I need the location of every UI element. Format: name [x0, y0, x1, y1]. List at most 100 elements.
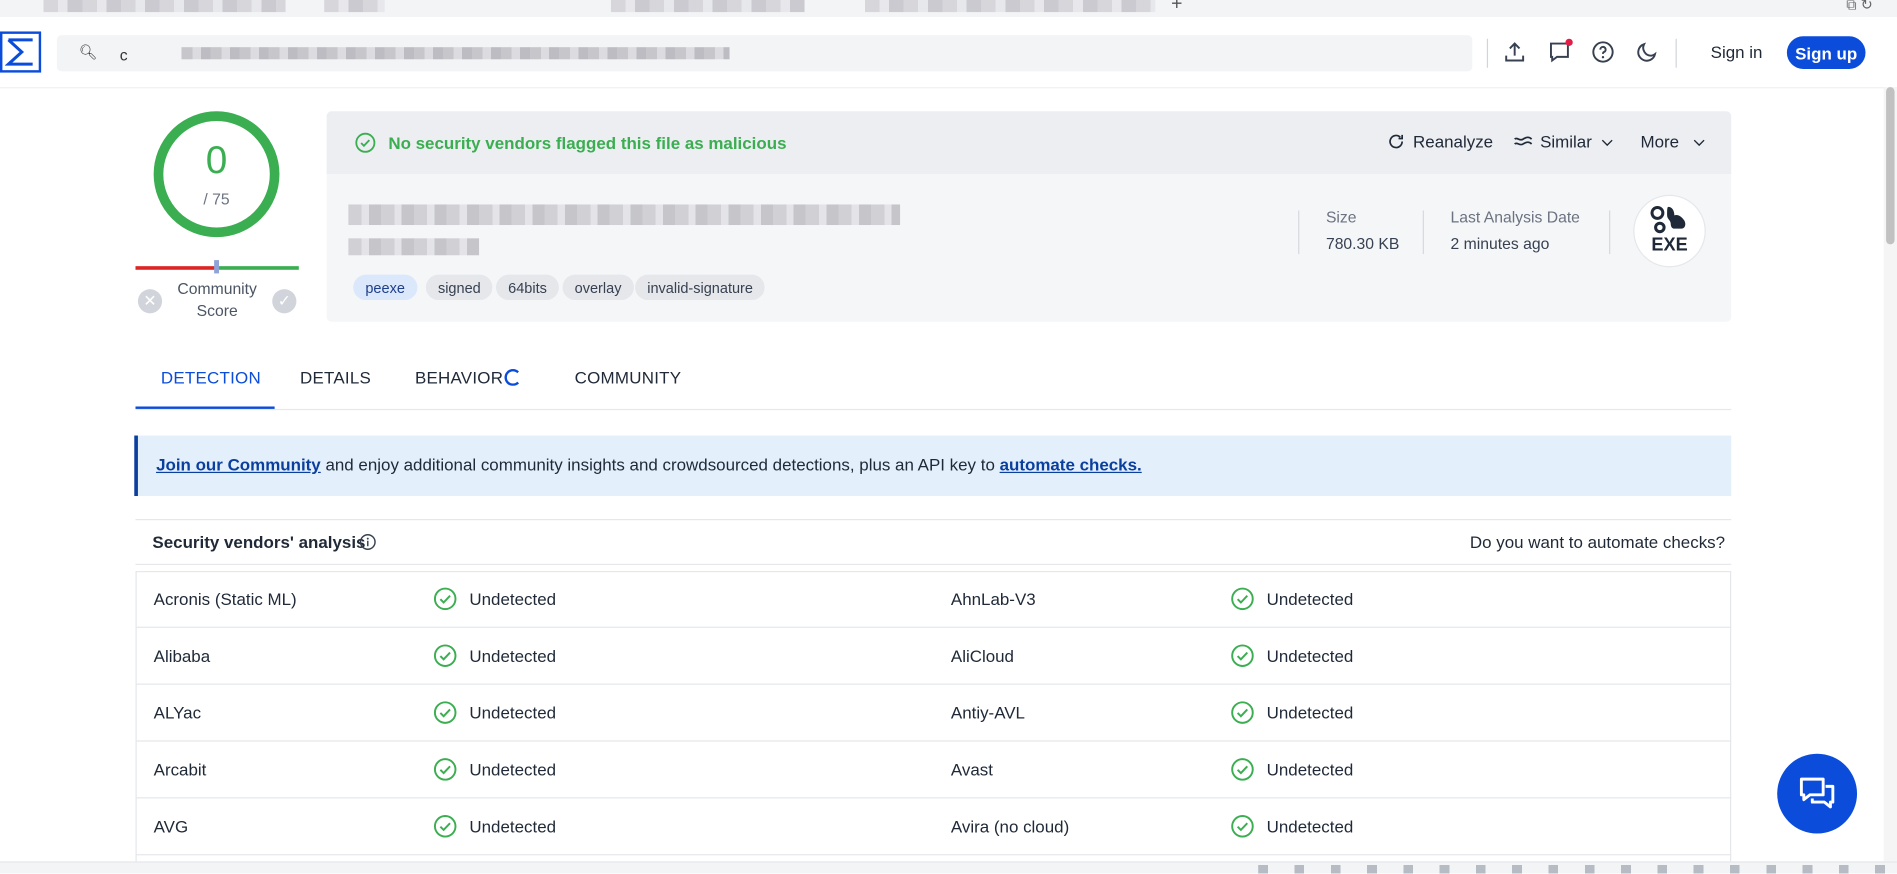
undetected-check-icon	[433, 644, 457, 668]
reanalyze-button[interactable]: Reanalyze	[1386, 132, 1493, 151]
vote-harmful-icon[interactable]: ✕	[137, 289, 163, 314]
similar-dropdown[interactable]: Similar	[1513, 132, 1614, 151]
undetected-check-icon	[1230, 587, 1254, 611]
last-analysis-value: 2 minutes ago	[1450, 234, 1550, 253]
community-banner: Join our Community and enjoy additional …	[134, 435, 1732, 497]
vendor-result: Undetected	[1266, 702, 1354, 723]
tab-blurred[interactable]	[324, 0, 385, 13]
vote-harmless-icon[interactable]: ✓	[272, 289, 297, 314]
automate-checks-link[interactable]: automate checks.	[1000, 455, 1142, 474]
size-value: 780.30 KB	[1325, 234, 1400, 253]
browser-tab-strip: + ⧉ ↻	[0, 0, 1897, 19]
file-tag[interactable]: invalid-signature	[635, 274, 766, 301]
dark-mode-icon[interactable]	[1633, 39, 1660, 66]
vendor-name: Avast	[950, 759, 993, 780]
vendor-result: Undetected	[1266, 646, 1354, 666]
notification-dot	[1565, 38, 1573, 46]
similar-label: Similar	[1540, 131, 1592, 152]
browser-status-bar	[0, 861, 1897, 874]
more-dropdown[interactable]: More	[1640, 132, 1706, 151]
file-tag[interactable]: signed	[425, 274, 493, 301]
banner-middle-text: and enjoy additional community insights …	[320, 454, 1000, 475]
community-score-label-line2: Score	[196, 301, 238, 320]
search-bar[interactable]: 🔍︎	[56, 35, 1473, 72]
join-community-link[interactable]: Join our Community	[156, 455, 321, 474]
search-query-redacted	[181, 47, 730, 60]
window-controls-icon[interactable]: ⧉ ↻	[1846, 0, 1873, 15]
vendor-name: AhnLab-V3	[950, 589, 1036, 609]
vendor-row	[135, 742, 1732, 799]
file-tag[interactable]: overlay	[562, 274, 634, 301]
similar-icon	[1514, 136, 1533, 146]
meta-divider	[1298, 210, 1300, 255]
scrollbar-thumb[interactable]	[1886, 87, 1895, 245]
chat-icon[interactable]	[1546, 38, 1573, 66]
tab-detection[interactable]: DETECTION	[161, 368, 261, 387]
file-hash-redacted	[348, 204, 901, 226]
vendors-title: Security vendors' analysis	[152, 532, 366, 552]
chevron-down-icon	[1601, 139, 1613, 146]
support-chat-button[interactable]	[1777, 753, 1858, 834]
loading-spinner-icon	[504, 368, 522, 386]
vendor-row	[135, 798, 1732, 856]
vendor-name: AVG	[153, 816, 189, 836]
file-tag[interactable]: peexe	[353, 274, 418, 301]
reanalyze-label: Reanalyze	[1413, 131, 1494, 152]
header-divider	[1486, 38, 1489, 68]
file-tag[interactable]: 64bits	[496, 274, 559, 301]
sign-up-button[interactable]: Sign up	[1786, 36, 1866, 69]
tab-community[interactable]: COMMUNITY	[575, 368, 682, 387]
automate-prompt[interactable]: Do you want to automate checks?	[1470, 532, 1725, 551]
vendor-result: Undetected	[1266, 759, 1354, 780]
size-label: Size	[1325, 208, 1357, 227]
undetected-check-icon	[433, 814, 457, 838]
tab-behavior[interactable]: BEHAVIOR	[415, 368, 503, 387]
undetected-check-icon	[1230, 644, 1254, 668]
vendor-result: Undetected	[1266, 816, 1354, 836]
gears-icon	[1650, 205, 1686, 234]
check-circle-icon	[355, 132, 376, 153]
undetected-check-icon	[1230, 814, 1254, 838]
banner-text: Join our Community and enjoy additional …	[156, 455, 1142, 474]
vendor-name: Avira (no cloud)	[950, 816, 1070, 836]
vendor-row	[135, 571, 1732, 628]
last-analysis-label: Last Analysis Date	[1450, 208, 1580, 227]
detection-count: 0	[205, 137, 228, 182]
chevron-down-icon	[1693, 139, 1705, 146]
vendor-row	[135, 628, 1732, 685]
vendor-result: Undetected	[1266, 589, 1354, 609]
sign-in-link[interactable]: Sign in	[1711, 42, 1763, 61]
vendor-name: Antiy-AVL	[950, 702, 1025, 723]
file-name-redacted	[348, 238, 480, 256]
vendor-name: AliCloud	[950, 646, 1014, 666]
help-icon[interactable]	[1590, 39, 1617, 66]
new-tab-icon[interactable]: +	[1171, 0, 1182, 16]
header-divider	[1675, 38, 1677, 68]
vendor-result: Undetected	[469, 702, 557, 723]
upload-icon[interactable]	[1501, 39, 1528, 66]
vendor-name: Alibaba	[153, 646, 211, 666]
virustotal-logo[interactable]	[0, 31, 42, 73]
vendor-result: Undetected	[469, 589, 557, 609]
tab-details[interactable]: DETAILS	[300, 368, 371, 387]
undetected-check-icon	[1230, 700, 1254, 724]
status-bar-icons	[1258, 865, 1888, 874]
tab-blurred[interactable]	[43, 0, 286, 13]
verdict-text: No security vendors flagged this file as…	[388, 133, 787, 153]
undetected-check-icon	[433, 757, 457, 781]
refresh-icon	[1389, 134, 1404, 149]
tab-blurred[interactable]	[865, 0, 1156, 13]
vendor-result: Undetected	[469, 759, 557, 780]
page-scrollbar[interactable]	[1883, 87, 1897, 862]
vendor-result: Undetected	[469, 816, 557, 836]
active-tab-indicator	[135, 406, 275, 409]
vendor-name: Acronis (Static ML)	[153, 589, 297, 609]
site-header: 🔍︎ Sign in Sign up	[0, 16, 1897, 89]
tab-blurred[interactable]	[610, 0, 805, 13]
file-type-label: EXE	[1651, 234, 1688, 256]
undetected-check-icon	[433, 587, 457, 611]
chat-bubbles-icon	[1799, 777, 1835, 809]
info-icon[interactable]	[359, 534, 376, 551]
vendor-name: ALYac	[153, 702, 202, 723]
vendor-name: Arcabit	[153, 759, 207, 780]
